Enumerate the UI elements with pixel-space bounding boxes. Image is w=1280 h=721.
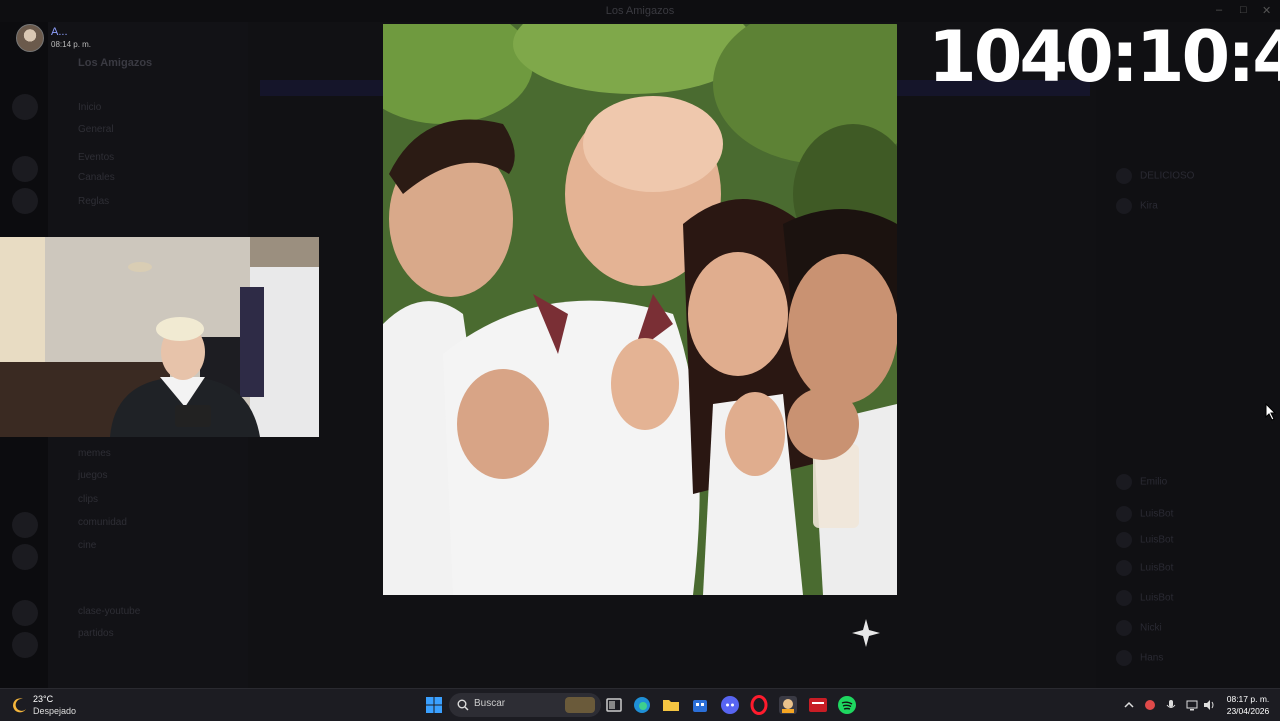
taskbar-search[interactable]: Buscar [449, 693, 601, 717]
chevron-up-icon[interactable] [1122, 698, 1136, 712]
opera-icon[interactable] [749, 695, 769, 715]
task-view-icon[interactable] [604, 695, 624, 715]
member-list [1096, 22, 1280, 688]
server-name[interactable]: Los Amigazos [78, 57, 152, 69]
channel-item[interactable]: Reglas [78, 196, 109, 207]
channel-item[interactable]: clase-youtube [78, 606, 140, 617]
member-item[interactable]: LuisBot [1116, 532, 1173, 548]
sender-avatar [16, 24, 44, 52]
app-tray-icon[interactable] [1143, 698, 1157, 712]
windows-start-icon[interactable] [424, 695, 444, 715]
server-icon[interactable] [12, 156, 38, 182]
member-item[interactable]: Nicki [1116, 620, 1162, 636]
channel-item[interactable]: juegos [78, 470, 107, 481]
stream-timer: 1040:10:46 [928, 16, 1280, 98]
weather-temp[interactable]: 23°C [33, 694, 53, 704]
member-item[interactable]: Hans [1116, 650, 1163, 666]
channel-item[interactable]: comunidad [78, 517, 127, 528]
sparkle-icon[interactable] [851, 618, 881, 648]
sent-time: 08:14 p. m. [51, 40, 92, 49]
channel-item[interactable]: Eventos [78, 152, 114, 163]
microphone-icon[interactable] [1164, 698, 1178, 712]
member-item[interactable]: DELICIOSO [1116, 168, 1194, 184]
sender-name[interactable]: A... [51, 26, 68, 38]
mouse-cursor-icon [1265, 403, 1277, 421]
server-icon[interactable] [12, 544, 38, 570]
channel-item[interactable]: Inicio [78, 102, 101, 113]
moon-icon[interactable] [12, 697, 28, 713]
member-item[interactable]: LuisBot [1116, 506, 1173, 522]
server-icon[interactable] [12, 600, 38, 626]
clock-date[interactable]: 23/04/2026 [1222, 706, 1274, 716]
webcam-feed [0, 237, 319, 437]
taskbar: 23°C Despejado Buscar 08:17 p. m. 23/04/… [0, 688, 1280, 721]
obs-app-icon[interactable] [778, 695, 798, 715]
channel-item[interactable]: partidos [78, 628, 114, 639]
channel-item[interactable]: General [78, 124, 114, 135]
streaming-app-icon[interactable] [808, 695, 828, 715]
file-explorer-icon[interactable] [661, 695, 681, 715]
weather-desc[interactable]: Despejado [33, 706, 76, 716]
spotify-icon[interactable] [837, 695, 857, 715]
member-item[interactable]: LuisBot [1116, 560, 1173, 576]
channel-item[interactable]: cine [78, 540, 96, 551]
channel-item[interactable]: Canales [78, 172, 115, 183]
search-label: Buscar [474, 698, 506, 709]
server-icon[interactable] [12, 188, 38, 214]
search-icon [457, 699, 469, 711]
store-icon[interactable] [690, 695, 710, 715]
member-item[interactable]: LuisBot [1116, 590, 1173, 606]
channel-item[interactable]: memes [78, 448, 111, 459]
member-item[interactable]: Kira [1116, 198, 1158, 214]
network-icon[interactable] [1185, 698, 1199, 712]
server-icon[interactable] [12, 94, 38, 120]
window-title: Los Amigazos [605, 5, 675, 17]
search-highlight-icon [565, 697, 595, 713]
server-icon[interactable] [12, 632, 38, 658]
server-icon[interactable] [12, 512, 38, 538]
edge-icon[interactable] [632, 695, 652, 715]
channel-item[interactable]: clips [78, 494, 98, 505]
discord-icon[interactable] [720, 695, 740, 715]
group-photo[interactable] [383, 24, 897, 595]
volume-icon[interactable] [1202, 698, 1216, 712]
member-item[interactable]: Emilio [1116, 474, 1167, 490]
clock-time[interactable]: 08:17 p. m. [1222, 694, 1274, 704]
